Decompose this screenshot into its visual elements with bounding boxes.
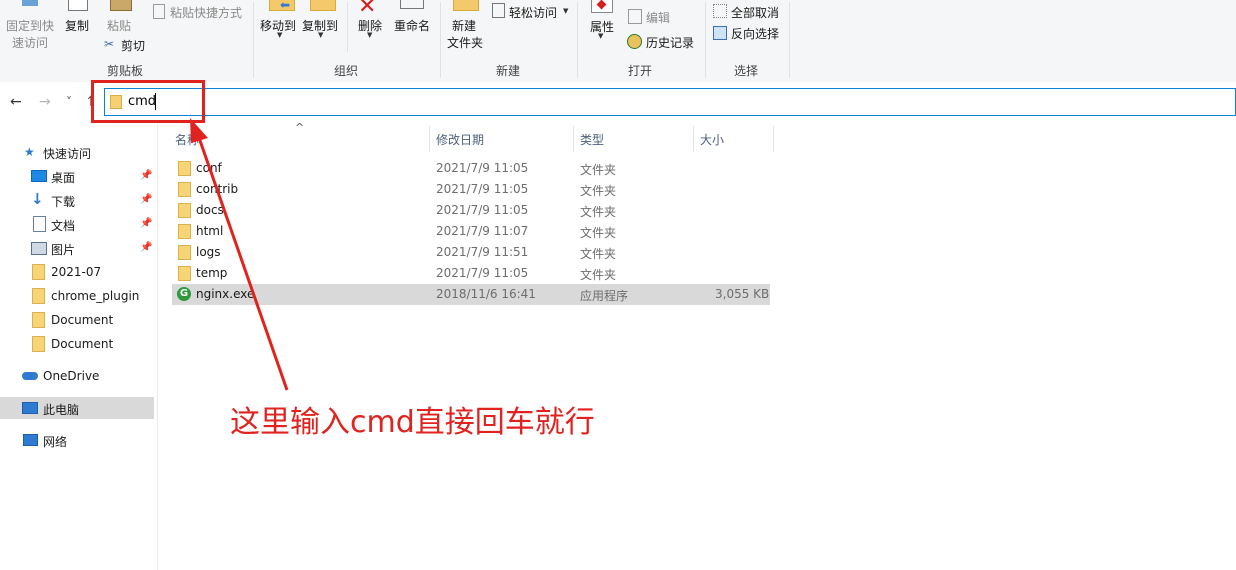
annotation-text: 这里输入cmd直接回车就行 [230, 405, 595, 440]
annotation-arrow [190, 118, 289, 391]
